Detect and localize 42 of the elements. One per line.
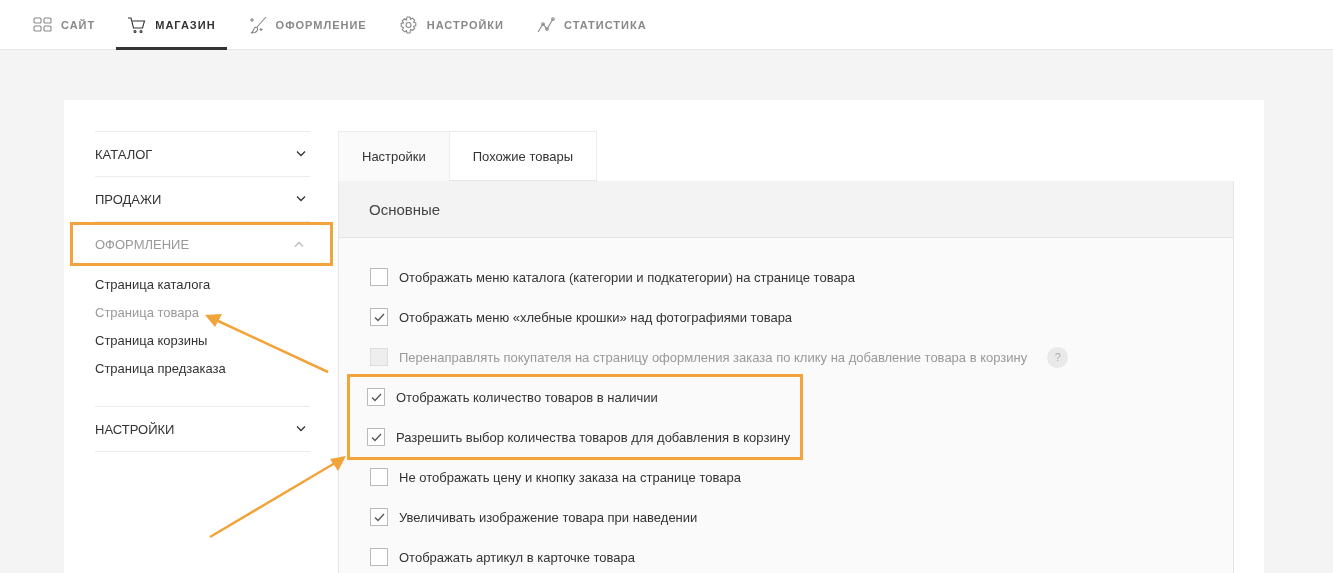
- checkbox[interactable]: [370, 508, 388, 526]
- option-label: Перенаправлять покупателя на страницу оформления заказа по клику на добавление товара в корзину: [399, 349, 1028, 365]
- checkbox[interactable]: [370, 548, 388, 566]
- sidebar-section[interactable]: ПРОДАЖИ: [95, 177, 310, 221]
- option-label: Отображать артикул в карточке товара: [399, 549, 636, 565]
- chart-icon: [536, 16, 555, 34]
- tab[interactable]: Похожие товары: [448, 131, 598, 181]
- chevron-down-icon: [296, 196, 306, 202]
- sidebar-section[interactable]: КАТАЛОГ: [95, 132, 310, 176]
- nav-tab[interactable]: МАГАЗИН: [116, 0, 227, 50]
- checkbox[interactable]: [370, 468, 388, 486]
- chevron-up-icon: [294, 241, 304, 247]
- panel-title: Основные: [339, 181, 1233, 238]
- sidebar-section[interactable]: НАСТРОЙКИ: [95, 407, 310, 451]
- check-icon: [370, 392, 382, 402]
- option-label: Отображать меню каталога (категории и подкатегории) на странице товара: [399, 269, 856, 285]
- nav-tab[interactable]: НАСТРОЙКИ: [387, 0, 515, 50]
- check-icon: [373, 312, 385, 322]
- option-label: Не отображать цену и кнопку заказа на странице товара: [399, 469, 741, 485]
- option-label: Отображать количество товаров в наличии: [396, 389, 658, 405]
- check-icon: [370, 432, 382, 442]
- grid-icon: [33, 16, 52, 34]
- tab[interactable]: Настройки: [338, 131, 450, 181]
- option-label: Отображать меню «хлебные крошки» над фотографиями товара: [399, 309, 793, 325]
- gear-icon: [398, 16, 418, 34]
- brush-icon: [247, 16, 267, 34]
- nav-tab[interactable]: СТАТИСТИКА: [525, 0, 658, 50]
- checkbox[interactable]: [370, 268, 388, 286]
- nav-tab[interactable]: САЙТ: [22, 0, 107, 50]
- chevron-down-icon: [296, 151, 306, 157]
- cart-icon: [127, 16, 147, 34]
- check-icon: [373, 512, 385, 522]
- option-label: Разрешить выбор количества товаров для добавления в корзину: [396, 429, 791, 445]
- chevron-down-icon: [296, 426, 306, 432]
- sidebar-link[interactable]: Страница каталога: [95, 270, 211, 298]
- checkbox[interactable]: [370, 308, 388, 326]
- checkbox[interactable]: [367, 388, 385, 406]
- checkbox[interactable]: [367, 428, 385, 446]
- sidebar-link[interactable]: Страница предзаказа: [95, 354, 226, 382]
- nav-tab[interactable]: ОФОРМЛЕНИЕ: [236, 0, 378, 50]
- option-label: Увеличивать изображение товара при наведении: [399, 509, 698, 525]
- sidebar-link[interactable]: Страница корзины: [95, 326, 208, 354]
